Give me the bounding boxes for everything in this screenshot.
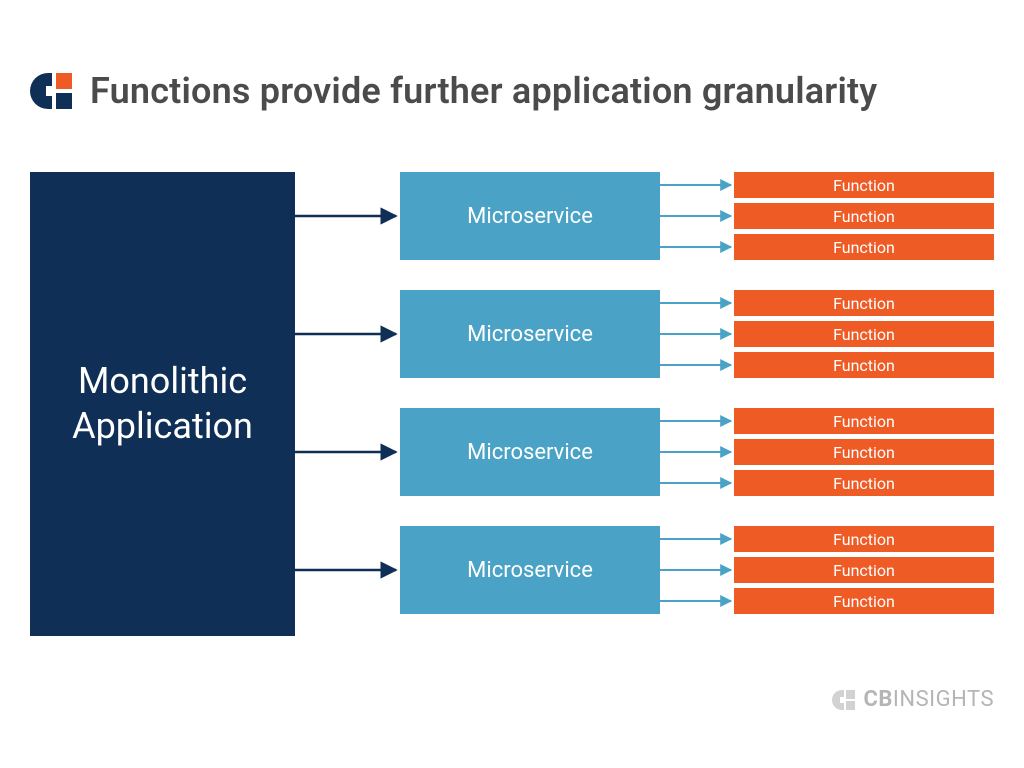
microservice-box: Microservice [400,526,660,614]
microservice-box: Microservice [400,408,660,496]
function-box: Function [734,439,994,465]
attribution-text: CBINSIGHTS [863,687,994,712]
monolith-line1: Monolithic [78,359,247,404]
logo-squares [56,73,72,109]
page-title: Functions provide further application gr… [90,70,877,112]
function-box: Function [734,203,994,229]
function-box: Function [734,172,994,198]
function-box: Function [734,408,994,434]
function-box: Function [734,588,994,614]
attribution-logo [832,690,855,710]
microservice-box: Microservice [400,172,660,260]
function-box: Function [734,557,994,583]
function-box: Function [734,234,994,260]
monolith-box: Monolithic Application [30,172,295,636]
function-box: Function [734,290,994,316]
function-box: Function [734,470,994,496]
function-box: Function [734,526,994,552]
logo-c-shape [30,73,52,109]
monolith-line2: Application [72,404,253,449]
logo-square-orange [56,73,72,89]
brand-logo [30,73,72,109]
microservice-box: Microservice [400,290,660,378]
attribution: CBINSIGHTS [832,687,994,712]
function-box: Function [734,352,994,378]
function-box: Function [734,321,994,347]
header: Functions provide further application gr… [0,0,1024,112]
diagram-canvas: Monolithic Application Microservice Funct… [30,172,994,692]
logo-square-navy [56,93,72,109]
